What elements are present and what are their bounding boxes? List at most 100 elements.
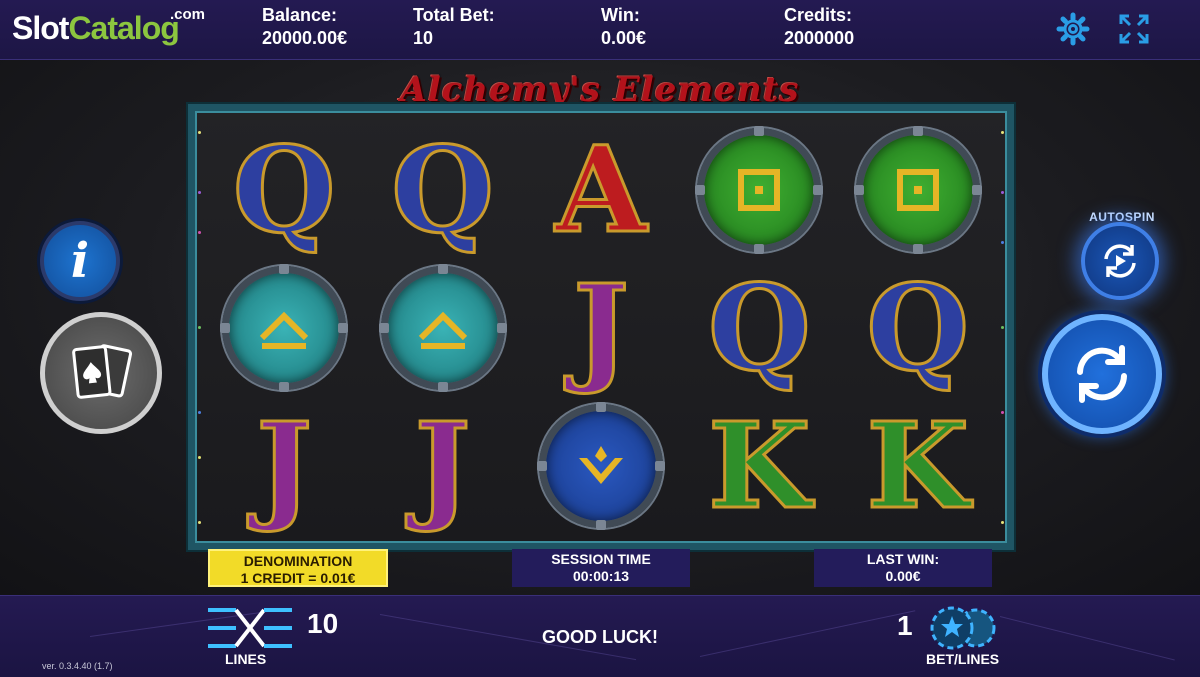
coin-notch <box>912 244 923 254</box>
spin-button[interactable] <box>1042 314 1162 434</box>
version-label: ver. 0.3.4.40 (1.7) <box>42 661 113 671</box>
coin-notch <box>654 461 665 471</box>
payline-marker <box>1001 521 1004 524</box>
payline-marker <box>198 191 201 194</box>
lines-label: LINES <box>225 651 267 667</box>
last-win-label: LAST WIN: <box>866 551 940 567</box>
symbol-earth-coin <box>695 126 824 254</box>
autospin-icon <box>1104 244 1136 278</box>
reel-frame: QQAJQQJJKK <box>188 104 1014 550</box>
balance-value: 20000.00€ <box>262 28 348 48</box>
coin-notch <box>338 323 349 333</box>
coin-notch <box>496 323 507 333</box>
credits-display: Credits: 2000000 <box>784 4 854 50</box>
total-bet-value: 10 <box>413 28 434 48</box>
chips-icon[interactable] <box>928 606 998 650</box>
balance-label: Balance: <box>262 5 338 25</box>
payline-marker <box>198 411 201 414</box>
session-time-value: 00:00:13 <box>572 568 630 584</box>
coin-notch <box>971 185 982 195</box>
water-element-icon <box>578 446 623 484</box>
gamble-button[interactable] <box>40 312 162 434</box>
symbol-q: Q <box>865 258 971 397</box>
coin-notch <box>595 520 606 530</box>
coin-notch <box>853 185 864 195</box>
slotcatalog-logo: SlotCatalog .com <box>12 6 205 47</box>
reel-cell <box>205 259 363 397</box>
payline-marker <box>198 456 201 459</box>
coin-notch <box>595 402 606 412</box>
coin-notch <box>437 264 448 274</box>
reel-cell: K <box>680 397 838 535</box>
coin-notch <box>754 244 765 254</box>
credits-value: 2000000 <box>784 28 855 48</box>
decor-line <box>699 610 916 657</box>
coin-notch <box>754 126 765 136</box>
symbol-j: J <box>255 396 314 535</box>
coin-notch <box>813 185 824 195</box>
coin-notch <box>220 323 231 333</box>
symbol-air-coin <box>378 264 507 392</box>
session-time-box: SESSION TIME 00:00:13 <box>512 549 690 587</box>
payline-marker <box>1001 411 1004 414</box>
last-win-value: 0.00€ <box>885 568 921 584</box>
top-bar: SlotCatalog .com Balance: 20000.00€ Tota… <box>0 0 1200 60</box>
lines-value[interactable]: 10 <box>307 608 338 640</box>
symbol-q: Q <box>390 120 496 259</box>
info-button[interactable]: i <box>40 221 120 301</box>
fullscreen-icon[interactable] <box>1117 12 1151 46</box>
symbol-j: J <box>413 396 472 535</box>
coin-notch <box>279 382 290 392</box>
coin-notch <box>536 461 547 471</box>
earth-element-icon <box>896 169 939 211</box>
payline-marker <box>198 231 201 234</box>
logo-text-slot: Slot <box>12 10 69 46</box>
reel-cell: Q <box>205 121 363 259</box>
payline-marker <box>198 326 201 329</box>
total-bet-label: Total Bet: <box>413 5 495 25</box>
reel-cell: J <box>363 397 521 535</box>
symbol-k: K <box>865 396 971 535</box>
spin-icon <box>1077 345 1127 403</box>
bet-value[interactable]: 1 <box>897 610 913 642</box>
reel-cell <box>363 259 521 397</box>
reel-cell <box>680 121 838 259</box>
denomination-label: DENOMINATION <box>243 553 353 569</box>
credits-label: Credits: <box>784 5 853 25</box>
payline-marker <box>198 131 201 134</box>
symbol-a: A <box>554 120 649 259</box>
win-label: Win: <box>601 5 640 25</box>
symbol-q: Q <box>706 258 812 397</box>
status-message: GOOD LUCK! <box>542 627 658 647</box>
reel-cell: Q <box>363 121 521 259</box>
decor-line <box>999 616 1175 661</box>
logo-suffix: .com <box>170 6 206 23</box>
last-win-box: LAST WIN: 0.00€ <box>814 549 992 587</box>
reel-cell: Q <box>680 259 838 397</box>
symbol-air-coin <box>220 264 349 392</box>
symbol-j: J <box>572 258 631 397</box>
bet-lines-label: BET/LINES <box>926 651 1000 667</box>
symbol-water-coin <box>536 402 665 530</box>
coin-notch <box>378 323 389 333</box>
session-time-label: SESSION TIME <box>551 551 651 567</box>
coin-notch <box>695 185 706 195</box>
payline-marker <box>198 521 201 524</box>
playing-cards-icon <box>72 344 133 399</box>
reel-cell <box>839 121 997 259</box>
earth-element-icon <box>738 169 781 211</box>
reel-cell <box>522 397 680 535</box>
win-value: 0.00€ <box>601 28 647 48</box>
logo-text-catalog: Catalog <box>68 10 179 46</box>
reel-cell: J <box>522 259 680 397</box>
payline-marker <box>1001 326 1004 329</box>
denomination-box[interactable]: DENOMINATION 1 CREDIT = 0.01€ <box>208 549 388 587</box>
info-icon: i <box>70 233 90 289</box>
reel-cell: K <box>839 397 997 535</box>
gear-icon[interactable] <box>1056 12 1090 46</box>
balance-display: Balance: 20000.00€ <box>262 4 347 50</box>
symbol-k: K <box>707 396 813 535</box>
autospin-button[interactable] <box>1081 222 1159 300</box>
win-display: Win: 0.00€ <box>601 4 646 50</box>
lines-icon[interactable] <box>206 606 294 650</box>
